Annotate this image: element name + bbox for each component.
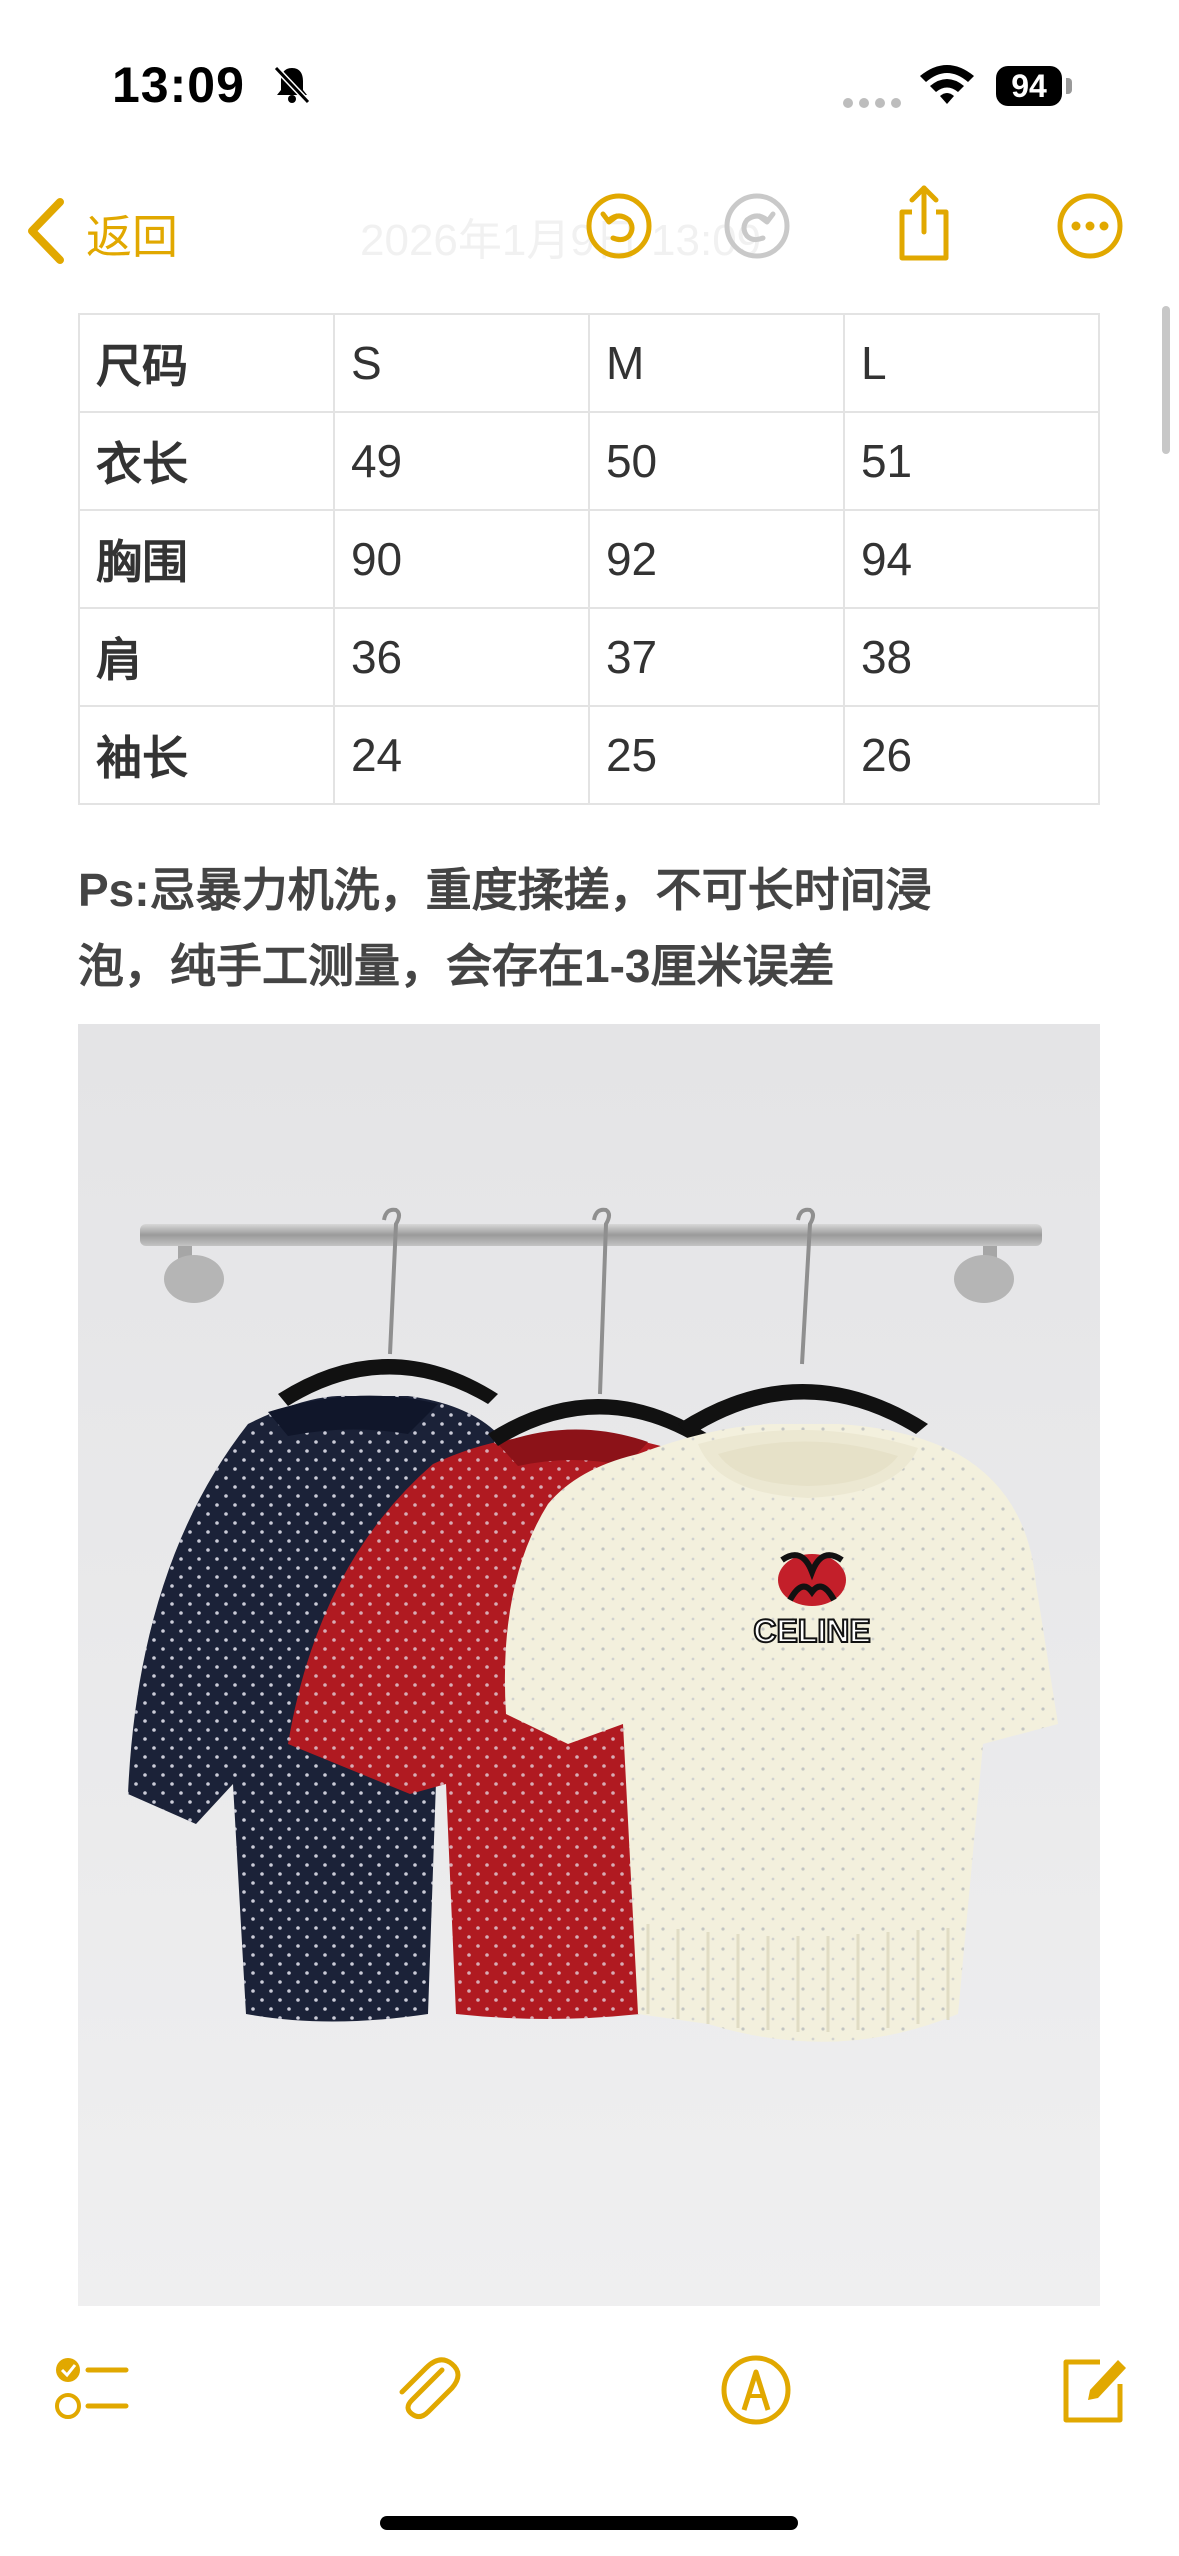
- table-cell[interactable]: 90: [332, 509, 590, 609]
- more-icon[interactable]: [1054, 190, 1126, 267]
- table-cell[interactable]: 37: [587, 607, 845, 707]
- table-cell[interactable]: 肩: [78, 607, 335, 707]
- table-cell[interactable]: S: [332, 313, 590, 413]
- battery-icon: 94: [996, 66, 1062, 106]
- bottom-toolbar: [0, 2320, 1179, 2470]
- table-row: 肩 36 37 38: [78, 607, 1101, 707]
- table-cell[interactable]: 衣长: [78, 411, 335, 511]
- note-line: 泡，纯手工测量，会存在1-3厘米误差: [78, 940, 835, 992]
- table-cell[interactable]: 49: [332, 411, 590, 511]
- share-icon[interactable]: [888, 180, 960, 269]
- table-cell[interactable]: M: [587, 313, 845, 413]
- scrollbar[interactable]: [1162, 306, 1170, 454]
- status-bar: 13:09 94: [0, 0, 1179, 160]
- table-row: 尺码 S M L: [78, 313, 1101, 413]
- table-cell[interactable]: 胸围: [78, 509, 335, 609]
- table-cell[interactable]: 51: [842, 411, 1101, 511]
- chevron-left-icon: [24, 196, 68, 271]
- battery-tip: [1066, 78, 1072, 94]
- back-button[interactable]: 返回: [24, 196, 178, 271]
- status-time: 13:09: [112, 57, 245, 113]
- product-photo[interactable]: CELINE: [78, 1024, 1100, 2306]
- redo-icon[interactable]: [721, 190, 793, 267]
- table-cell[interactable]: 尺码: [78, 313, 335, 413]
- compose-icon[interactable]: [1052, 2350, 1132, 2435]
- note-title: 2026年1月9日 13:09: [360, 216, 762, 265]
- table-row: 衣长 49 50 51: [78, 411, 1101, 511]
- wifi-icon: [918, 62, 976, 111]
- markup-pen-icon[interactable]: [716, 2350, 796, 2435]
- back-label: 返回: [86, 210, 178, 263]
- nav-bar: 返回 2026年1月9日 13:09: [0, 180, 1179, 280]
- table-cell[interactable]: 25: [587, 705, 845, 805]
- bell-slash-icon: [270, 62, 314, 111]
- size-table: 尺码 S M L 衣长 49 50 51 胸围 90 92 94 肩 36 37…: [78, 313, 1101, 805]
- table-cell[interactable]: L: [842, 313, 1101, 413]
- home-indicator[interactable]: [380, 2516, 798, 2530]
- table-cell[interactable]: 袖长: [78, 705, 335, 805]
- checklist-icon[interactable]: [52, 2350, 132, 2435]
- table-cell[interactable]: 36: [332, 607, 590, 707]
- note-line: Ps:忌暴力机洗，重度揉搓，不可长时间浸: [78, 864, 932, 916]
- table-cell[interactable]: 38: [842, 607, 1101, 707]
- table-cell[interactable]: 92: [587, 509, 845, 609]
- brand-logo: CELINE: [753, 1613, 870, 1649]
- table-cell[interactable]: 94: [842, 509, 1101, 609]
- table-row: 胸围 90 92 94: [78, 509, 1101, 609]
- undo-icon[interactable]: [583, 190, 655, 267]
- table-row: 袖长 24 25 26: [78, 705, 1101, 805]
- table-cell[interactable]: 50: [587, 411, 845, 511]
- paperclip-icon[interactable]: [386, 2350, 466, 2435]
- table-cell[interactable]: 26: [842, 705, 1101, 805]
- note-text[interactable]: Ps:忌暴力机洗，重度揉搓，不可长时间浸 泡，纯手工测量，会存在1-3厘米误差: [78, 852, 1100, 1004]
- cellular-dots-icon: [842, 96, 906, 114]
- table-cell[interactable]: 24: [332, 705, 590, 805]
